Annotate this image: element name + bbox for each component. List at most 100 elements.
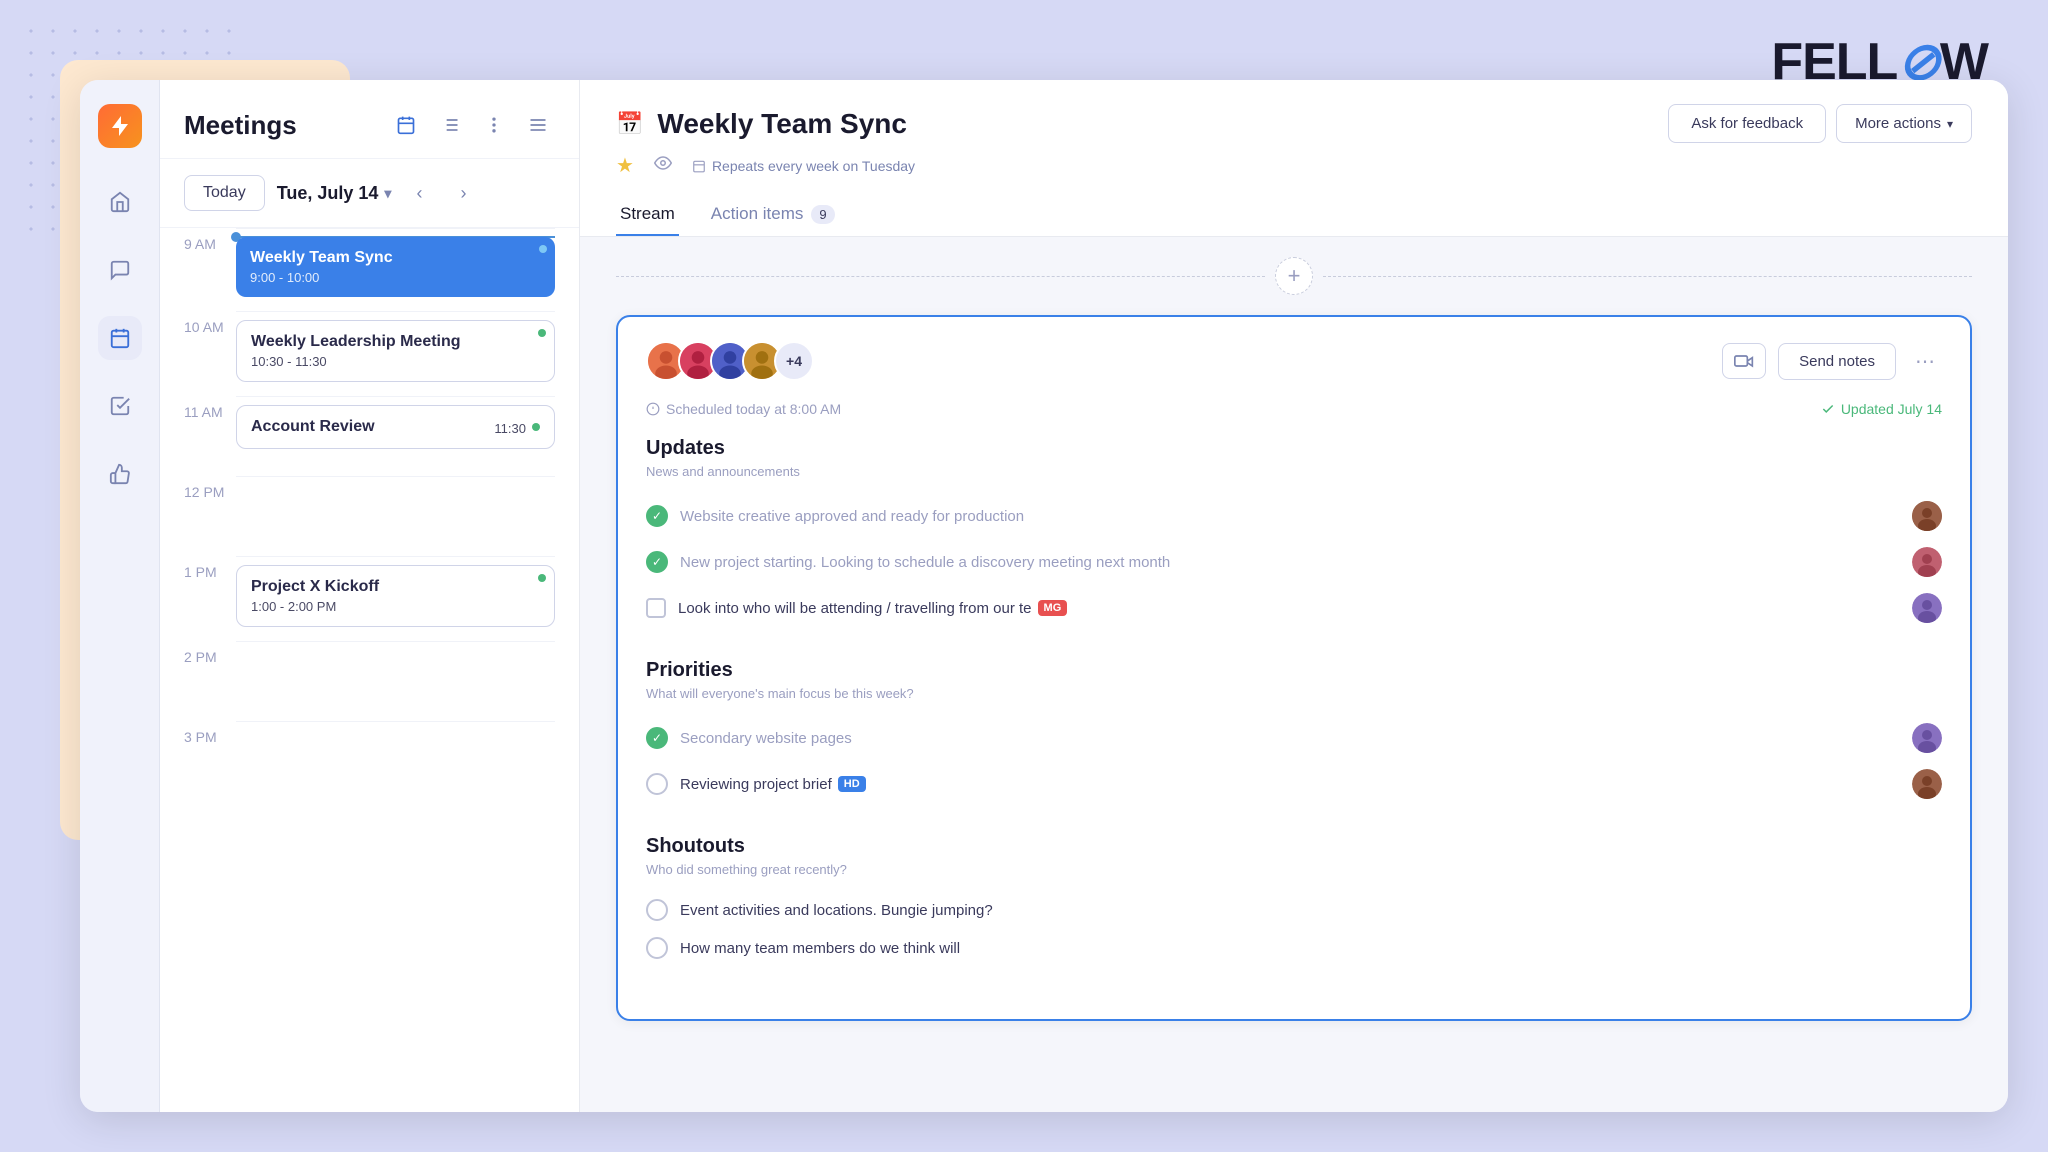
meeting-card-weekly-team-sync[interactable]: Weekly Team Sync 9:00 - 10:00 (236, 237, 555, 297)
update-text-3: Look into who will be attending / travel… (678, 600, 1067, 617)
time-slot-9am: 9 AM Weekly Team Sync 9:00 - 10:00 (184, 228, 555, 311)
checkbox-1[interactable] (646, 598, 666, 618)
empty-circle-3[interactable] (646, 937, 668, 959)
sidebar-app-logo (98, 104, 142, 148)
tab-action-items[interactable]: Action items 9 (707, 194, 839, 236)
item-avatar-3 (1912, 593, 1942, 623)
detail-tabs: Stream Action items 9 (616, 194, 1972, 236)
meeting-card-project-x[interactable]: Project X Kickoff 1:00 - 2:00 PM (236, 565, 555, 627)
date-display: Tue, July 14 ▾ (277, 183, 392, 204)
meetings-header: Meetings (160, 80, 579, 159)
update-text-1: Website creative approved and ready for … (680, 508, 1024, 525)
shoutouts-subtitle: Who did something great recently? (646, 862, 1942, 877)
today-button[interactable]: Today (184, 175, 265, 211)
more-actions-button[interactable]: More actions ▾ (1836, 104, 1972, 143)
add-section-button[interactable]: + (1275, 257, 1313, 295)
updates-subtitle: News and announcements (646, 464, 1942, 479)
sidebar-icon-calendar[interactable] (98, 316, 142, 360)
check-icon-2: ✓ (646, 551, 668, 573)
time-slot-2pm: 2 PM (184, 641, 555, 721)
priority-text-1: Secondary website pages (680, 730, 852, 747)
add-row: + (616, 257, 1972, 295)
dropdown-arrow-icon: ▾ (1947, 117, 1953, 131)
check-icon-3: ✓ (646, 727, 668, 749)
list-view-button[interactable] (433, 108, 467, 142)
priority-item-1: ✓ Secondary website pages (646, 715, 1942, 761)
stream-card-actions: Send notes ⋯ (1722, 343, 1942, 380)
section-priorities: Priorities What will everyone's main foc… (646, 659, 1942, 807)
update-item-3: Look into who will be attending / travel… (646, 585, 1942, 631)
meeting-card-leadership[interactable]: Weekly Leadership Meeting 10:30 - 11:30 (236, 320, 555, 382)
ask-feedback-button[interactable]: Ask for feedback (1668, 104, 1826, 143)
time-slot-3pm: 3 PM (184, 721, 555, 801)
sidebar (80, 80, 160, 1112)
detail-title: Weekly Team Sync (657, 108, 907, 140)
empty-circle-1[interactable] (646, 773, 668, 795)
stream-content: + (580, 237, 2008, 1112)
attendees-row: +4 Send notes ⋯ (646, 341, 1942, 381)
calendar-nav: Today Tue, July 14 ▾ ‹ › (160, 159, 579, 228)
section-shoutouts: Shoutouts Who did something great recent… (646, 835, 1942, 967)
main-content: 📅 Weekly Team Sync Ask for feedback More… (580, 80, 2008, 1112)
stream-card: +4 Send notes ⋯ (616, 315, 1972, 1021)
hd-tag: HD (838, 776, 866, 792)
time-slot-10am: 10 AM Weekly Leadership Meeting 10:30 - … (184, 311, 555, 396)
time-slot-12pm: 12 PM (184, 476, 555, 556)
shoutout-item-1: Event activities and locations. Bungie j… (646, 891, 1942, 929)
update-item-2: ✓ New project starting. Looking to sched… (646, 539, 1942, 585)
updates-title: Updates (646, 437, 1942, 460)
meetings-panel: Meetings (160, 80, 580, 1112)
sidebar-icon-feedback[interactable] (98, 452, 142, 496)
mg-tag: MG (1038, 600, 1068, 616)
sidebar-icon-chat[interactable] (98, 248, 142, 292)
meeting-calendar-icon: 📅 (616, 111, 643, 137)
detail-title-row: 📅 Weekly Team Sync Ask for feedback More… (616, 104, 1972, 143)
time-slot-1pm: 1 PM Project X Kickoff 1:00 - 2:00 PM (184, 556, 555, 641)
avatar-count[interactable]: +4 (774, 341, 814, 381)
update-item-1: ✓ Website creative approved and ready fo… (646, 493, 1942, 539)
detail-header: 📅 Weekly Team Sync Ask for feedback More… (580, 80, 2008, 237)
next-week-button[interactable]: › (447, 177, 479, 209)
watch-icon[interactable] (654, 154, 672, 177)
item-avatar-1 (1912, 501, 1942, 531)
attendees-avatars: +4 (646, 341, 814, 381)
expand-button[interactable] (521, 108, 555, 142)
tab-stream[interactable]: Stream (616, 194, 679, 236)
prev-week-button[interactable]: ‹ (403, 177, 435, 209)
shoutout-text-2: How many team members do we think will (680, 940, 960, 957)
repeat-info: Repeats every week on Tuesday (692, 158, 915, 174)
calendar-view-button[interactable] (389, 108, 423, 142)
status-row: Scheduled today at 8:00 AM Updated July … (646, 401, 1942, 417)
video-button[interactable] (1722, 343, 1766, 379)
sidebar-icon-home[interactable] (98, 180, 142, 224)
shoutout-item-2: How many team members do we think will (646, 929, 1942, 967)
priority-text-2: Reviewing project brief HD (680, 776, 866, 793)
shoutouts-title: Shoutouts (646, 835, 1942, 858)
scheduled-text: Scheduled today at 8:00 AM (666, 401, 841, 417)
updated-text: Updated July 14 (1841, 401, 1942, 417)
check-icon-1: ✓ (646, 505, 668, 527)
action-items-badge: 9 (811, 205, 834, 224)
send-notes-button[interactable]: Send notes (1778, 343, 1896, 380)
item-avatar-5 (1912, 769, 1942, 799)
meeting-card-account-review[interactable]: Account Review 11:30 (236, 405, 555, 449)
item-avatar-4 (1912, 723, 1942, 753)
date-dropdown-icon[interactable]: ▾ (384, 185, 391, 202)
meetings-title: Meetings (184, 110, 297, 141)
priorities-subtitle: What will everyone's main focus be this … (646, 686, 1942, 701)
sidebar-icon-tasks[interactable] (98, 384, 142, 428)
empty-circle-2[interactable] (646, 899, 668, 921)
priorities-title: Priorities (646, 659, 1942, 682)
main-container: Meetings (80, 80, 2008, 1112)
timeline: 9 AM Weekly Team Sync 9:00 - 10:00 (160, 228, 579, 1112)
section-updates: Updates News and announcements ✓ Website… (646, 437, 1942, 631)
shoutout-text-1: Event activities and locations. Bungie j… (680, 902, 993, 919)
more-options-button[interactable] (477, 108, 511, 142)
detail-actions: Ask for feedback More actions ▾ (1668, 104, 1972, 143)
detail-meta-row: ★ Repeats every week on Tuesday (616, 153, 1972, 178)
priority-item-2: Reviewing project brief HD (646, 761, 1942, 807)
time-slot-11am: 11 AM Account Review 11:30 (184, 396, 555, 476)
more-options-button[interactable]: ⋯ (1908, 344, 1942, 378)
update-text-2: New project starting. Looking to schedul… (680, 554, 1170, 571)
star-icon[interactable]: ★ (616, 153, 634, 178)
